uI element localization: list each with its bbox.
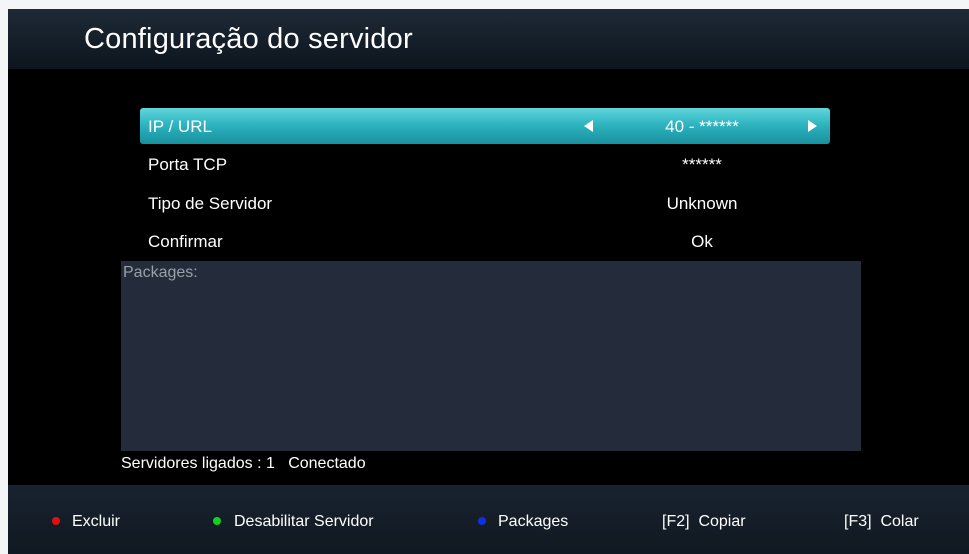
red-button-icon [52, 517, 60, 525]
packages-label: Packages: [123, 264, 198, 281]
title-bar: Configuração do servidor [8, 9, 969, 69]
right-arrow-icon[interactable] [808, 120, 817, 132]
colar-hint[interactable]: [F3] Colar [844, 513, 919, 531]
tv-screen: Configuração do servidor IP / URL 40 - *… [8, 9, 969, 554]
ip-url-value: 40 - ****** [665, 117, 739, 136]
copiar-hint[interactable]: [F2] Copiar [662, 513, 746, 531]
packages-hint[interactable]: Packages [498, 513, 568, 531]
confirmar-label: Confirmar [148, 232, 223, 251]
tipo-servidor-label: Tipo de Servidor [148, 194, 273, 213]
green-button-icon [213, 517, 221, 525]
menu-row-tipo-servidor[interactable]: Tipo de Servidor Unknown [140, 185, 830, 221]
packages-box: Packages: [121, 261, 861, 451]
menu-row-porta-tcp[interactable]: Porta TCP ****** [140, 146, 830, 182]
desabilitar-servidor-hint[interactable]: Desabilitar Servidor [234, 513, 374, 531]
status-line: Servidores ligados : 1 Conectado [121, 455, 366, 472]
ip-url-label: IP / URL [148, 117, 212, 136]
page-title: Configuração do servidor [84, 23, 413, 55]
footer-bar: Excluir Desabilitar Servidor Packages [F… [8, 485, 969, 554]
menu-row-ip-url[interactable]: IP / URL 40 - ****** [140, 108, 830, 144]
excluir-hint[interactable]: Excluir [72, 513, 120, 531]
confirmar-value: Ok [691, 232, 713, 251]
porta-tcp-value: ****** [682, 155, 722, 174]
porta-tcp-label: Porta TCP [148, 155, 228, 174]
tipo-servidor-value: Unknown [666, 194, 738, 213]
blue-button-icon [478, 517, 486, 525]
menu-row-confirmar[interactable]: Confirmar Ok [140, 223, 830, 259]
